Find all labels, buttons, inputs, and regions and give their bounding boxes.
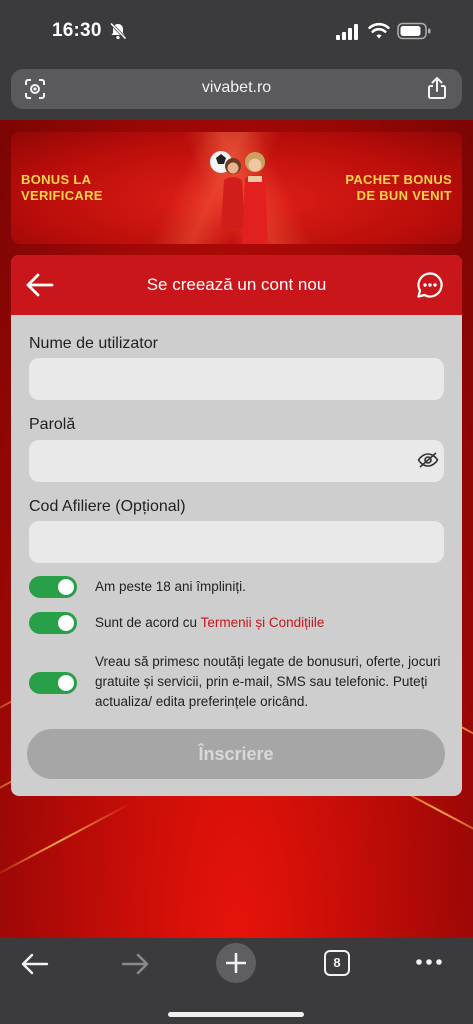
status-time: 16:30 <box>52 20 102 41</box>
promo-women-illustration <box>210 151 268 244</box>
back-icon[interactable] <box>20 952 50 976</box>
age-confirm-text: Am peste 18 ani împliniți. <box>95 579 246 594</box>
marketing-consent-text: Vreau să primesc noutăți legate de bonus… <box>95 654 441 709</box>
terms-link[interactable]: Termenii și Condițiile <box>201 615 325 630</box>
web-page: BONUS LA VERIFICARE PACHET BONUS DE BUN … <box>0 120 473 938</box>
banner-left-text: BONUS LA VERIFICARE <box>21 172 103 204</box>
banner-left-line2: VERIFICARE <box>21 188 103 203</box>
new-tab-button[interactable] <box>216 943 256 983</box>
affiliate-code-label: Cod Afiliere (Opțional) <box>29 498 186 515</box>
marketing-consent-toggle[interactable] <box>29 672 77 694</box>
registration-card: Se creează un cont nou Nume de utilizato… <box>11 255 462 796</box>
password-input[interactable] <box>29 440 444 482</box>
cellular-signal-icon <box>336 24 358 40</box>
banner-left-line1: BONUS LA <box>21 172 92 187</box>
toggle-knob <box>58 615 74 631</box>
banner-right-line2: DE BUN VENIT <box>356 188 452 203</box>
affiliate-code-input[interactable] <box>29 521 444 563</box>
battery-icon <box>397 22 431 40</box>
tabs-count-button[interactable]: 8 <box>324 950 350 976</box>
password-label: Parolă <box>29 416 76 433</box>
register-button[interactable]: Înscriere <box>27 729 445 779</box>
background-streak <box>0 802 132 880</box>
terms-accept-toggle[interactable] <box>29 612 77 634</box>
wifi-icon <box>368 22 390 39</box>
username-input[interactable] <box>29 358 444 400</box>
banner-right-text: PACHET BONUS DE BUN VENIT <box>345 172 452 204</box>
terms-accept-text: Sunt de acord cu Termenii și Condițiile <box>95 613 447 633</box>
bell-muted-icon <box>109 22 127 40</box>
age-confirm-toggle[interactable] <box>29 576 77 598</box>
browser-chrome: 16:30 vivabet.ro <box>0 0 473 120</box>
more-icon[interactable] <box>414 956 444 968</box>
url-text[interactable]: vivabet.ro <box>11 79 462 97</box>
eye-hidden-icon[interactable] <box>417 451 439 469</box>
toggle-knob <box>58 579 74 595</box>
share-icon[interactable] <box>426 76 448 100</box>
plus-icon <box>226 953 246 973</box>
browser-toolbar: 8 <box>0 938 473 1024</box>
chat-support-icon[interactable] <box>416 271 444 299</box>
page-title: Se creează un cont nou <box>146 275 327 294</box>
back-arrow-icon[interactable] <box>25 271 55 299</box>
toggle-knob <box>58 675 74 691</box>
username-label: Nume de utilizator <box>29 335 158 352</box>
home-indicator <box>168 1012 304 1017</box>
card-header: Se creează un cont nou <box>11 255 462 315</box>
terms-prefix: Sunt de acord cu <box>95 615 201 630</box>
banner-right-line1: PACHET BONUS <box>345 172 452 187</box>
forward-icon[interactable] <box>120 952 150 976</box>
address-bar[interactable]: vivabet.ro <box>11 69 462 109</box>
promo-banner[interactable]: BONUS LA VERIFICARE PACHET BONUS DE BUN … <box>11 132 462 244</box>
